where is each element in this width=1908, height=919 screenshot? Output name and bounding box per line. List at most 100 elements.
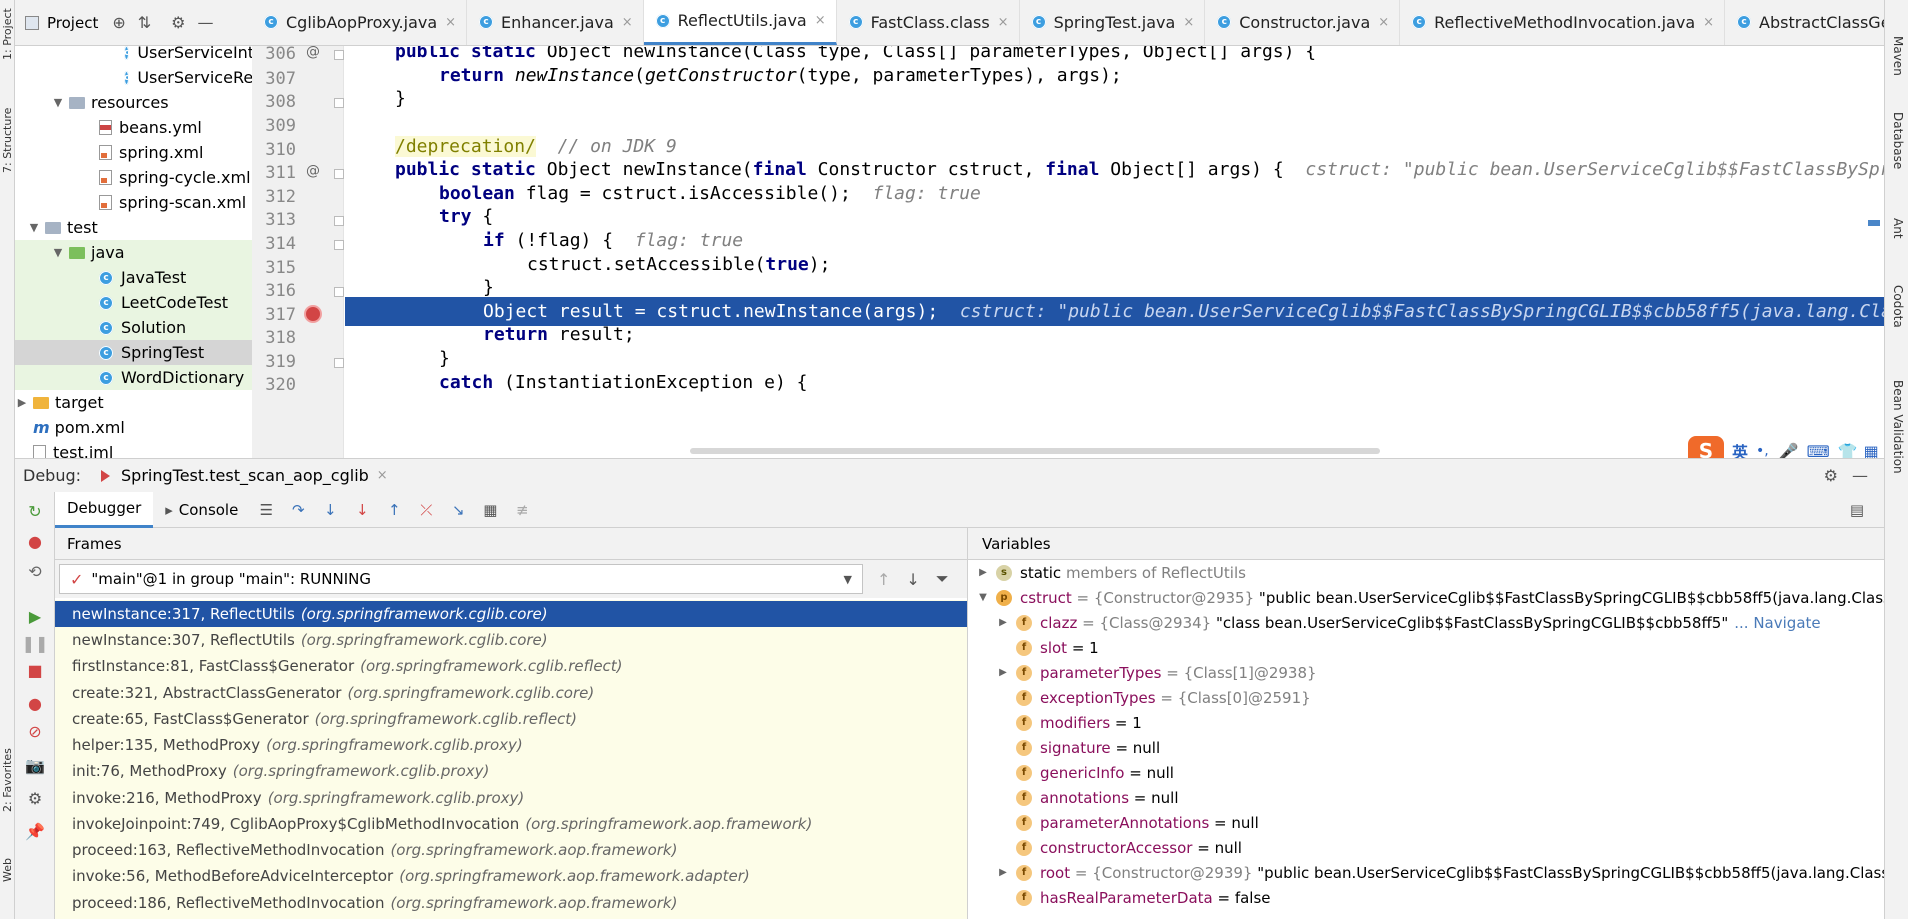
trace-icon[interactable]: ≢ bbox=[511, 499, 533, 521]
favorites-tool-tab[interactable]: 2: Favorites bbox=[0, 735, 15, 825]
tree-item[interactable]: test.iml bbox=[15, 440, 252, 458]
thread-select[interactable]: ✓ "main"@1 in group "main": RUNNING ▼ bbox=[59, 564, 863, 594]
variable-row[interactable]: f annotations = null bbox=[1016, 785, 1178, 810]
editor-tab[interactable]: c Constructor.java × bbox=[1205, 0, 1401, 45]
variable-row[interactable]: ▼ p cstruct = {Constructor@2935} "public b… bbox=[976, 585, 1884, 610]
fold-icon[interactable] bbox=[334, 240, 344, 250]
variable-row[interactable]: ▶ f parameterTypes = {Class[1]@2938} bbox=[996, 660, 1316, 685]
close-icon[interactable]: × bbox=[1703, 15, 1714, 30]
frame-row[interactable]: invoke:56, MethodBeforeAdviceInterceptor… bbox=[55, 863, 967, 889]
tree-item[interactable]: spring.xml bbox=[15, 140, 252, 165]
expand-arrow-icon[interactable]: ▼ bbox=[51, 96, 65, 109]
tree-item[interactable]: c JavaTest bbox=[15, 265, 252, 290]
debug-session-tab[interactable]: SpringTest.test_scan_aop_cglib bbox=[121, 466, 369, 485]
expand-arrow-icon[interactable]: ▶ bbox=[996, 667, 1010, 678]
code-editor[interactable]: public static Object newInstance(Class t… bbox=[345, 46, 1884, 458]
variable-row[interactable]: f exceptionTypes = {Class[0]@2591} bbox=[1016, 685, 1311, 710]
database-tool-tab[interactable]: Database bbox=[1889, 112, 1905, 169]
tree-item[interactable]: c WordDictionary bbox=[15, 365, 252, 390]
frame-row[interactable]: create:321, AbstractClassGenerator (org.s… bbox=[55, 680, 967, 706]
editor-tab[interactable]: c Enhancer.java × bbox=[467, 0, 644, 45]
maven-tool-tab[interactable]: Maven bbox=[1889, 36, 1905, 76]
editor-tab-active[interactable]: c ReflectUtils.java × bbox=[643, 0, 837, 45]
camera-icon[interactable]: 📷 bbox=[24, 754, 46, 776]
editor-tab[interactable]: c CglibAopProxy.java × bbox=[252, 0, 468, 45]
close-icon[interactable]: × bbox=[377, 468, 388, 483]
variable-row[interactable]: f hasRealParameterData = false bbox=[1016, 885, 1271, 910]
tree-item[interactable]: ▼ test bbox=[15, 215, 252, 240]
tree-item[interactable]: spring-cycle.xml bbox=[15, 165, 252, 190]
collapse-all-icon[interactable]: ⇅ bbox=[138, 13, 151, 32]
frame-row[interactable]: invokeJoinpoint:749, CglibAopProxy$Cglib… bbox=[55, 811, 967, 837]
editor-tab[interactable]: c ReflectiveMethodInvocation.java × bbox=[1400, 0, 1726, 45]
run-to-cursor-icon[interactable]: ↘ bbox=[447, 499, 469, 521]
frame-row[interactable]: init:76, MethodProxy (org.springframework… bbox=[55, 758, 967, 784]
crosshair-icon[interactable]: ⊕ bbox=[112, 13, 125, 32]
tab-debugger[interactable]: Debugger bbox=[55, 491, 154, 528]
tree-item[interactable]: ▼ java bbox=[15, 240, 252, 265]
structure-tool-tab[interactable]: 7: Structure bbox=[0, 100, 15, 180]
bean-validation-tool-tab[interactable]: Bean Validation bbox=[1889, 380, 1905, 474]
gear-icon[interactable]: ⚙ bbox=[171, 13, 185, 32]
tree-item[interactable]: c UserServiceRet bbox=[15, 65, 252, 90]
filter-icon[interactable]: ⏷ bbox=[936, 569, 949, 589]
variable-row[interactable]: ▶ s static members of ReflectUtils bbox=[976, 560, 1246, 585]
close-icon[interactable]: × bbox=[445, 15, 456, 30]
editor-tab[interactable]: cAbstractClassGenerator.ja bbox=[1725, 0, 1884, 45]
variable-row[interactable]: f genericInfo = null bbox=[1016, 760, 1174, 785]
view-breakpoints-icon[interactable]: ● bbox=[24, 692, 46, 714]
horizontal-scrollbar[interactable] bbox=[690, 448, 1380, 454]
close-icon[interactable]: × bbox=[815, 13, 826, 28]
settings-restore-icon[interactable]: ⟲ bbox=[24, 560, 46, 582]
editor-tab[interactable]: c SpringTest.java × bbox=[1020, 0, 1206, 45]
variable-row[interactable]: ▶ f root = {Constructor@2939} "public bean… bbox=[996, 860, 1884, 885]
stop-icon[interactable]: ■ bbox=[24, 659, 46, 681]
breakpoint-icon[interactable] bbox=[304, 305, 322, 323]
fold-icon[interactable] bbox=[334, 98, 344, 108]
fold-icon[interactable] bbox=[334, 50, 344, 60]
resume-icon[interactable]: ▶ bbox=[24, 605, 46, 627]
variable-row[interactable]: f constructorAccessor = null bbox=[1016, 835, 1242, 860]
mute-breakpoints-icon[interactable]: ⊘ bbox=[24, 720, 46, 742]
gear-icon[interactable]: ⚙ bbox=[1824, 466, 1838, 485]
expand-arrow-icon[interactable]: ▶ bbox=[15, 396, 29, 409]
frame-row[interactable]: invoke:216, MethodProxy (org.springframew… bbox=[55, 785, 967, 811]
tab-console[interactable]: ▸ Console bbox=[153, 492, 250, 528]
project-panel-title[interactable]: Project bbox=[47, 14, 98, 32]
drop-frame-icon[interactable]: ⤫ bbox=[415, 499, 437, 521]
frame-row[interactable]: newInstance:307, ReflectUtils (org.spring… bbox=[55, 627, 967, 653]
codota-tool-tab[interactable]: Codota bbox=[1889, 285, 1905, 328]
fold-icon[interactable] bbox=[334, 169, 344, 179]
evaluate-expression-icon[interactable]: ▦ bbox=[479, 499, 501, 521]
step-out-icon[interactable]: ↑ bbox=[383, 499, 405, 521]
rerun-icon[interactable]: ↻ bbox=[24, 500, 46, 522]
frame-row[interactable]: proceed:186, ReflectiveMethodInvocation(… bbox=[55, 890, 967, 916]
frame-row-selected[interactable]: newInstance:317, ReflectUtils (org.spring… bbox=[55, 601, 967, 627]
navigate-link[interactable]: ... Navigate bbox=[1734, 614, 1820, 632]
minimize-icon[interactable]: — bbox=[1852, 466, 1868, 485]
variable-row[interactable]: ▶ f clazz = {Class@2934} "class bean.UserS… bbox=[996, 610, 1820, 635]
tree-item[interactable]: spring-scan.xml bbox=[15, 190, 252, 215]
close-icon[interactable]: × bbox=[1183, 15, 1194, 30]
arrow-up-icon[interactable]: ↑ bbox=[877, 570, 890, 589]
force-step-into-icon[interactable]: ↓ bbox=[351, 499, 373, 521]
ant-tool-tab[interactable]: Ant bbox=[1889, 218, 1905, 239]
expand-arrow-icon[interactable]: ▼ bbox=[51, 246, 65, 259]
expand-arrow-icon[interactable]: ▼ bbox=[27, 221, 41, 234]
tree-item[interactable]: c UserServiceInte bbox=[15, 46, 252, 65]
override-marker-icon[interactable]: @ bbox=[306, 163, 320, 179]
minimize-icon[interactable]: — bbox=[197, 13, 213, 32]
arrow-down-icon[interactable]: ↓ bbox=[906, 570, 919, 589]
expand-arrow-icon[interactable]: ▼ bbox=[976, 592, 990, 603]
pause-icon[interactable]: ❚❚ bbox=[22, 632, 49, 654]
fold-icon[interactable] bbox=[334, 216, 344, 226]
expand-arrow-icon[interactable]: ▶ bbox=[996, 617, 1010, 628]
ime-punct-toggle[interactable]: •, bbox=[1756, 443, 1769, 459]
variable-row[interactable]: f modifiers = 1 bbox=[1016, 710, 1142, 735]
project-tool-tab[interactable]: 1: Project bbox=[0, 4, 15, 64]
pin-icon[interactable]: 📌 bbox=[24, 820, 46, 842]
tree-item[interactable]: beans.yml bbox=[15, 115, 252, 140]
menu-icon[interactable]: ☰ bbox=[255, 499, 277, 521]
frame-row[interactable]: helper:135, MethodProxy (org.springframew… bbox=[55, 732, 967, 758]
chevron-down-icon[interactable]: ▼ bbox=[844, 573, 852, 586]
